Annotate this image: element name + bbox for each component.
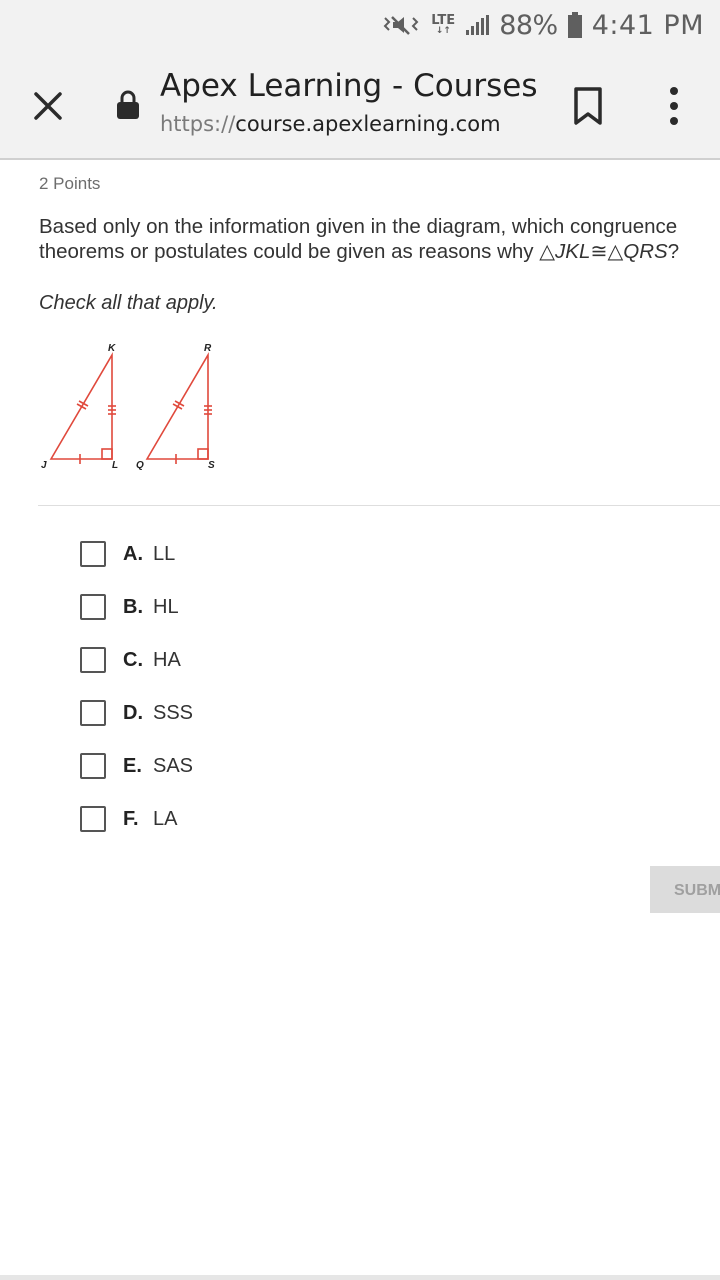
bottom-edge [0, 1275, 720, 1280]
vertex-label-j: J [41, 460, 47, 471]
choice-letter: C. [123, 648, 143, 671]
choice-f[interactable]: F. LA [80, 805, 177, 833]
choice-text: SAS [153, 754, 194, 777]
choice-letter: F. [123, 807, 139, 830]
more-vert-icon[interactable] [662, 84, 686, 128]
checkbox[interactable] [80, 753, 106, 779]
browser-toolbar: Apex Learning - Courses https://course.a… [0, 50, 720, 160]
points-label: 2 Points [39, 174, 101, 193]
triangle-1-symbol: △ [539, 240, 556, 263]
battery-percent: 88% [499, 9, 558, 41]
prompt-end: ? [667, 240, 680, 263]
page-title[interactable]: Apex Learning - Courses [160, 68, 537, 104]
triangles-diagram: K J L R Q S [41, 343, 215, 471]
choice-text: HL [153, 595, 179, 618]
lock-icon [117, 90, 139, 119]
checkbox[interactable] [80, 647, 106, 673]
choice-e[interactable]: E. SAS [80, 752, 193, 780]
mute-icon [383, 16, 419, 35]
question-prompt: Based only on the information given in t… [39, 214, 711, 264]
vertex-label-r: R [204, 343, 212, 354]
triangle-2-symbol: △ [607, 240, 624, 263]
submit-button[interactable]: SUBMIT [650, 866, 720, 913]
checkbox[interactable] [80, 806, 106, 832]
choice-letter: D. [123, 701, 143, 724]
checkbox[interactable] [80, 541, 106, 567]
checkbox[interactable] [80, 594, 106, 620]
instruction: Check all that apply. [39, 292, 218, 314]
battery-icon [567, 12, 582, 38]
choice-text: LA [153, 807, 178, 830]
choice-letter: B. [123, 595, 143, 618]
choice-text: SSS [153, 701, 194, 724]
checkbox[interactable] [80, 700, 106, 726]
close-icon[interactable] [28, 86, 68, 126]
clock: 4:41 PM [591, 9, 704, 41]
triangle-1-name: JKL [555, 240, 591, 263]
choice-a[interactable]: A. LL [80, 540, 175, 568]
choice-b[interactable]: B. HL [80, 593, 179, 621]
triangle-jkl [49, 352, 116, 464]
choice-text: HA [153, 648, 181, 671]
status-icons: LTE ↓↑ 88% 4:41 PM [383, 8, 704, 42]
vertex-label-q: Q [136, 460, 144, 471]
vertex-label-l: L [112, 460, 118, 471]
choice-letter: A. [123, 542, 143, 565]
lte-icon: LTE ↓↑ [431, 13, 456, 36]
signal-icon [466, 15, 490, 35]
url-bar[interactable]: https://course.apexlearning.com [160, 112, 501, 136]
congruent-symbol: ≅ [590, 240, 608, 263]
triangle-2-name: QRS [623, 240, 668, 263]
vertex-label-s: S [208, 460, 215, 471]
status-bar: LTE ↓↑ 88% 4:41 PM [0, 0, 720, 50]
triangle-qrs [145, 352, 212, 464]
vertex-label-k: K [108, 343, 116, 354]
choice-d[interactable]: D. SSS [80, 699, 193, 727]
choice-letter: E. [123, 754, 142, 777]
divider [38, 505, 720, 506]
choice-c[interactable]: C. HA [80, 646, 181, 674]
url-host: course.apexlearning.com [235, 112, 501, 136]
url-scheme: https:// [160, 112, 236, 136]
choice-text: LL [153, 542, 176, 565]
bookmark-icon[interactable] [572, 86, 604, 126]
